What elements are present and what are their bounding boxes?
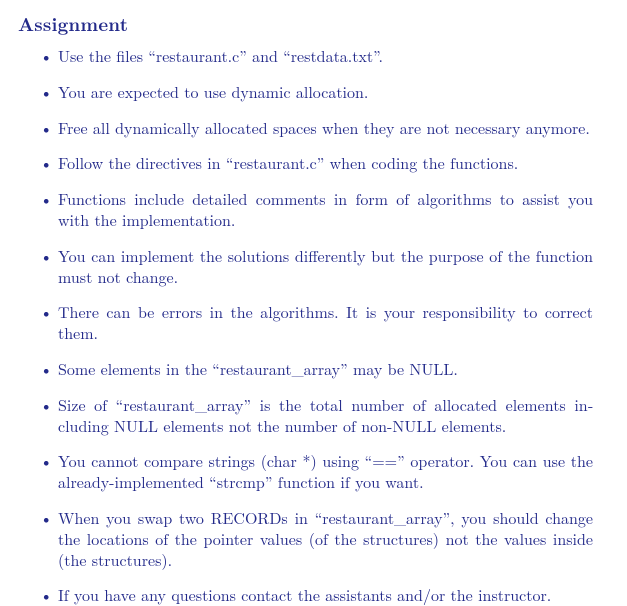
list-item: You are expected to use dynamic allocati… xyxy=(58,82,593,103)
list-item: You can implement the solutions differen… xyxy=(58,246,593,288)
list-item: There can be errors in the algorithms. I… xyxy=(58,302,593,344)
list-item: Size of “restaurant_array” is the total … xyxy=(58,395,593,437)
list-item: You cannot compare strings (char *) usin… xyxy=(58,451,593,493)
list-item: Follow the directives in “restaurant.c” … xyxy=(58,153,593,174)
list-item: Functions include detailed comments in f… xyxy=(58,189,593,231)
list-item: Some elements in the “restaurant_array” … xyxy=(58,359,593,380)
list-item: Free all dynamically allocated spaces wh… xyxy=(58,118,593,139)
list-item: When you swap two RECORDs in “restaurant… xyxy=(58,508,593,570)
section-heading: Assignment xyxy=(18,12,593,36)
list-item: Use the files “restaurant.c” and “restda… xyxy=(58,46,593,67)
assignment-list: Use the files “restaurant.c” and “restda… xyxy=(18,46,593,606)
list-item: If you have any questions contact the as… xyxy=(58,585,593,606)
